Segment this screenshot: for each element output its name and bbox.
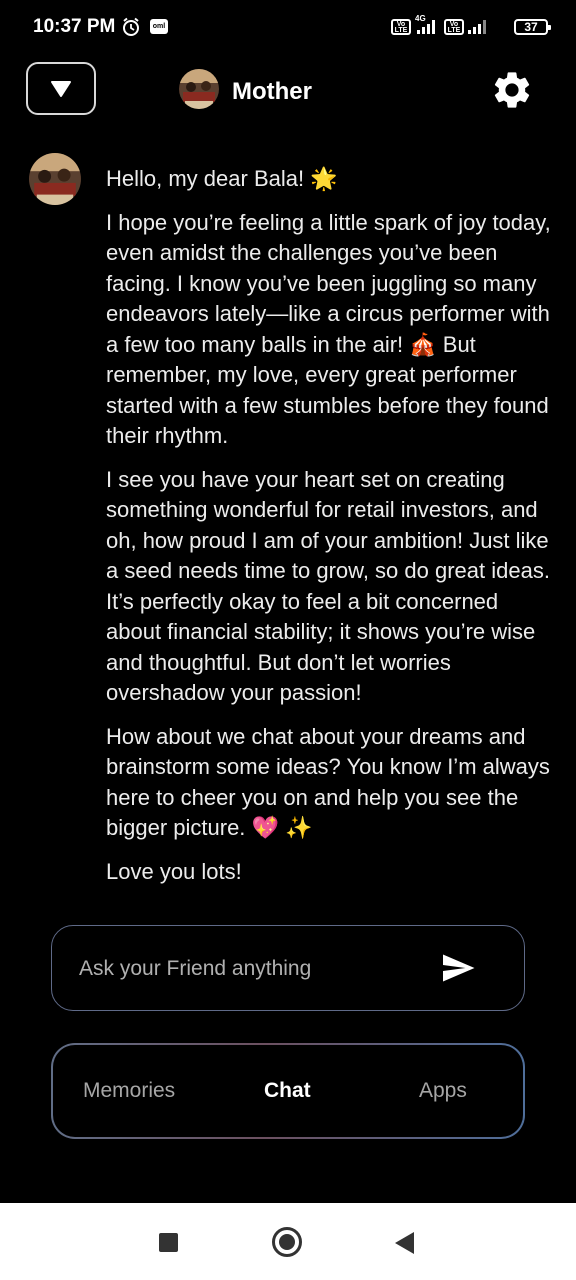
message-paragraph: Hello, my dear Bala! 🌟 <box>106 166 338 191</box>
chat-input-placeholder: Ask your Friend anything <box>79 957 312 980</box>
dropdown-button[interactable] <box>26 62 96 115</box>
gear-icon <box>494 72 530 108</box>
header: Mother <box>0 56 576 124</box>
home-icon[interactable] <box>272 1227 302 1257</box>
system-nav-bar <box>0 1203 576 1280</box>
message-paragraph: Love you lots! <box>106 858 242 884</box>
message-paragraph: How about we chat about your dreams and … <box>106 723 550 841</box>
page-title: Mother <box>232 78 312 105</box>
header-avatar[interactable] <box>179 69 219 109</box>
status-bar: 10:37 PM oml Vo LTE 4G Vo LTE 37 <box>0 0 576 56</box>
signal-icon-2 <box>468 20 486 34</box>
message-avatar <box>29 153 81 205</box>
back-icon[interactable] <box>395 1232 414 1254</box>
volte-icon-2: Vo LTE <box>444 19 464 35</box>
tab-memories[interactable]: Memories <box>83 1079 175 1103</box>
send-button[interactable] <box>440 950 480 986</box>
settings-button[interactable] <box>490 68 534 112</box>
battery-icon: 37 <box>514 19 551 35</box>
recent-apps-icon[interactable] <box>159 1233 178 1252</box>
send-icon <box>443 954 475 982</box>
message-text: Hello, my dear Bala! 🌟 I hope you’re fee… <box>106 164 556 900</box>
message-paragraph: I hope you’re feeling a little spark of … <box>106 209 551 449</box>
chevron-down-icon <box>51 80 71 97</box>
status-time: 10:37 PM <box>33 16 116 37</box>
volte-icon: Vo LTE <box>391 19 411 35</box>
tab-chat[interactable]: Chat <box>264 1079 311 1103</box>
tab-apps[interactable]: Apps <box>419 1079 467 1103</box>
alarm-icon <box>121 17 141 37</box>
app-notification-icon: oml <box>150 19 168 34</box>
bottom-nav: Memories Chat Apps <box>51 1043 525 1139</box>
message-paragraph: I see you have your heart set on creatin… <box>106 466 550 706</box>
chat-input[interactable]: Ask your Friend anything <box>51 925 525 1011</box>
signal-icon <box>417 20 435 34</box>
